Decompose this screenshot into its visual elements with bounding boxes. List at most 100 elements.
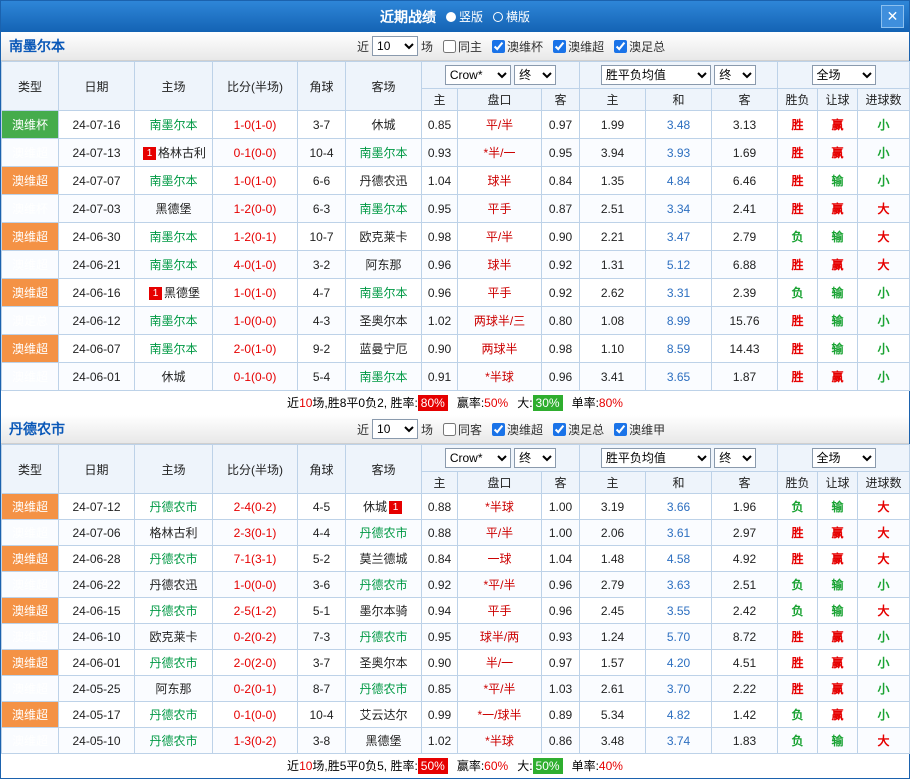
team-text: 丹德农迅	[149, 578, 197, 592]
league-type-cell: 澳维超	[2, 702, 59, 728]
result-group-header: 全场	[778, 445, 910, 472]
league-filter[interactable]: 澳维杯	[492, 38, 543, 55]
goals-cell: 大	[858, 223, 910, 251]
ah-home-odds-cell: 0.91	[422, 363, 458, 391]
handicap-result-cell: 赢	[818, 650, 858, 676]
team-section-1: 南墨尔本 近 10 场 同主 澳维杯 澳维超	[1, 32, 909, 415]
handicap-result-cell: 赢	[818, 546, 858, 572]
corners-cell: 3-8	[298, 728, 346, 754]
col-header-odds-home: 主	[580, 472, 646, 494]
same-venue-filter[interactable]: 同主	[443, 38, 482, 55]
recent-count-select[interactable]: 10	[372, 419, 418, 439]
final-odds-select-2[interactable]: 终	[714, 65, 756, 85]
league-checkbox[interactable]	[614, 40, 627, 53]
league-checkbox[interactable]	[492, 40, 505, 53]
corners-cell: 4-4	[298, 520, 346, 546]
radio-horizontal-label[interactable]: 横版	[506, 8, 530, 25]
fullmatch-select[interactable]: 全场	[812, 448, 876, 468]
away-team-cell: 南墨尔本	[346, 279, 422, 307]
match-row: 澳维超24-06-30南墨尔本1-2(0-1)10-7欧克莱卡0.98平/半0.…	[2, 223, 910, 251]
col-header-home: 主场	[135, 62, 213, 111]
team-text: 艾云达尔	[359, 708, 407, 722]
league-filter[interactable]: 澳维超	[553, 38, 604, 55]
odds-draw-cell: 3.47	[646, 223, 712, 251]
home-team-cell: 丹德农市	[135, 650, 213, 676]
odds-draw-cell: 3.34	[646, 195, 712, 223]
score-cell: 7-1(3-1)	[213, 546, 298, 572]
goals-cell: 小	[858, 307, 910, 335]
final-odds-select[interactable]: 终	[514, 448, 556, 468]
match-row: 澳维超24-05-25阿东那0-2(0-1)8-7丹德农市0.85*平/半1.0…	[2, 676, 910, 702]
close-icon[interactable]: ✕	[881, 5, 904, 28]
league-type-cell: 澳维超	[2, 335, 59, 363]
handicap-result-cell: 赢	[818, 195, 858, 223]
recent-count-select[interactable]: 10	[372, 36, 418, 56]
odds-average-select[interactable]: 胜平负均值	[601, 448, 711, 468]
league-filter[interactable]: 澳维超	[492, 421, 543, 438]
corners-cell: 3-7	[298, 111, 346, 139]
summary-record: 场,胜5平0负5, 胜率:	[312, 759, 417, 773]
ah-away-odds-cell: 1.00	[542, 494, 580, 520]
ah-away-odds-cell: 0.97	[542, 111, 580, 139]
radio-vertical-layout[interactable]: 竖版	[446, 8, 483, 25]
league-checkbox[interactable]	[614, 423, 627, 436]
league-type-cell: 澳维超	[2, 624, 59, 650]
goals-cell: 小	[858, 139, 910, 167]
bookmaker-select[interactable]: Crow*	[445, 448, 511, 468]
result-cell: 负	[778, 223, 818, 251]
league-checkbox[interactable]	[553, 423, 566, 436]
odds-average-select[interactable]: 胜平负均值	[601, 65, 711, 85]
radio-dot-icon[interactable]	[446, 12, 456, 22]
match-row: 澳维超24-06-10欧克莱卡0-2(0-2)7-3丹德农市0.95球半/两0.…	[2, 624, 910, 650]
handicap-result-cell: 赢	[818, 111, 858, 139]
ah-away-odds-cell: 0.87	[542, 195, 580, 223]
radio-horizontal-layout[interactable]: 横版	[493, 8, 530, 25]
league-checkbox[interactable]	[492, 423, 505, 436]
score-cell: 1-0(0-0)	[213, 307, 298, 335]
match-row: 澳维超24-06-21南墨尔本4-0(1-0)3-2阿东那0.96球半0.921…	[2, 251, 910, 279]
goals-cell: 大	[858, 520, 910, 546]
score-cell: 2-5(1-2)	[213, 598, 298, 624]
odd-rate-label: 单率:	[572, 396, 599, 410]
league-label: 澳维甲	[629, 421, 665, 438]
home-team-cell: 南墨尔本	[135, 251, 213, 279]
match-row: 澳维超24-06-22丹德农迅1-0(0-0)3-6丹德农市0.92*平/半0.…	[2, 572, 910, 598]
home-team-cell: 休城	[135, 363, 213, 391]
same-venue-checkbox[interactable]	[443, 40, 456, 53]
handicap-cell: 一球	[458, 546, 542, 572]
bookmaker-select[interactable]: Crow*	[445, 65, 511, 85]
home-team-cell: 丹德农市	[135, 598, 213, 624]
final-odds-select[interactable]: 终	[514, 65, 556, 85]
ah-home-odds-cell: 0.92	[422, 572, 458, 598]
odds-away-cell: 1.83	[712, 728, 778, 754]
radio-dot-icon[interactable]	[493, 12, 503, 22]
col-header-cover: 让球	[818, 472, 858, 494]
fullmatch-select[interactable]: 全场	[812, 65, 876, 85]
radio-vertical-label[interactable]: 竖版	[459, 8, 483, 25]
odds-draw-cell: 4.58	[646, 546, 712, 572]
same-venue-filter[interactable]: 同客	[443, 421, 482, 438]
result-cell: 负	[778, 279, 818, 307]
away-team-cell: 南墨尔本	[346, 363, 422, 391]
score-cell: 2-0(2-0)	[213, 650, 298, 676]
same-venue-checkbox[interactable]	[443, 423, 456, 436]
league-filter[interactable]: 澳足总	[553, 421, 604, 438]
odds-home-cell: 3.48	[580, 728, 646, 754]
league-type-cell: 澳足总	[2, 307, 59, 335]
ah-home-odds-cell: 0.96	[422, 251, 458, 279]
col-header-odds-draw: 和	[646, 89, 712, 111]
league-filter[interactable]: 澳维甲	[614, 421, 665, 438]
col-header-odds-away: 客	[712, 472, 778, 494]
odds-home-cell: 3.94	[580, 139, 646, 167]
handicap-cell: 平/半	[458, 111, 542, 139]
league-checkbox[interactable]	[553, 40, 566, 53]
big-rate-label: 大:	[517, 396, 532, 410]
final-odds-select-2[interactable]: 终	[714, 448, 756, 468]
odds-home-cell: 2.21	[580, 223, 646, 251]
summary-prefix: 近	[287, 396, 299, 410]
date-cell: 24-05-25	[59, 676, 135, 702]
match-row: 澳维超24-07-12丹德农市2-4(0-2)4-5休城10.88*半球1.00…	[2, 494, 910, 520]
goals-cell: 大	[858, 251, 910, 279]
ah-home-odds-cell: 0.93	[422, 139, 458, 167]
league-filter[interactable]: 澳足总	[614, 38, 665, 55]
